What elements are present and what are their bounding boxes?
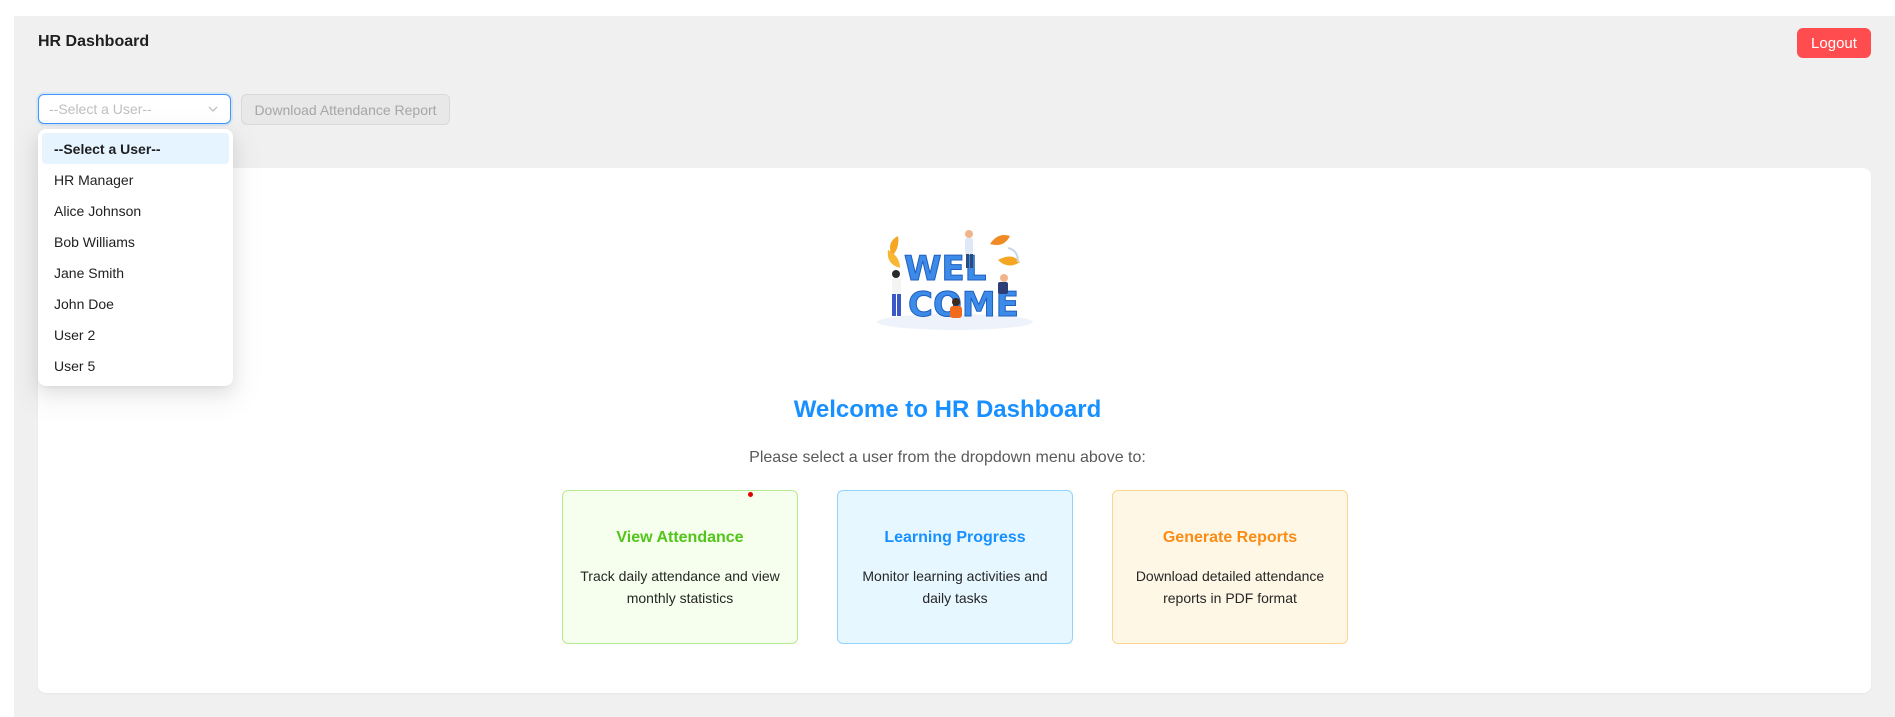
logout-button[interactable]: Logout	[1797, 28, 1871, 58]
dropdown-option-john-doe[interactable]: John Doe	[42, 288, 229, 319]
feature-description: Download detailed attendance reports in …	[1135, 568, 1325, 606]
dropdown-option-placeholder[interactable]: --Select a User--	[42, 133, 229, 164]
welcome-heading: Welcome to HR Dashboard	[793, 396, 1102, 423]
dropdown-option-user-2[interactable]: User 2	[42, 319, 229, 350]
dropdown-option-user-5[interactable]: User 5	[42, 350, 229, 381]
dropdown-option-alice-johnson[interactable]: Alice Johnson	[42, 195, 229, 226]
feature-description: Track daily attendance and view monthly …	[580, 568, 780, 606]
cursor-marker	[748, 492, 753, 497]
user-select-placeholder: --Select a User--	[49, 101, 152, 117]
download-attendance-report-button[interactable]: Download Attendance Report	[241, 94, 450, 125]
welcome-subtitle: Please select a user from the dropdown m…	[749, 449, 1146, 466]
feature-title: View Attendance	[616, 529, 744, 546]
feature-card-learning-progress: Learning Progress Monitor learning activ…	[837, 490, 1073, 644]
welcome-image-text-top: WEL	[904, 249, 986, 289]
chevron-down-icon	[206, 102, 220, 116]
feature-description: Monitor learning activities and daily ta…	[862, 568, 1048, 606]
user-dropdown-menu: --Select a User-- HR Manager Alice Johns…	[38, 129, 233, 386]
welcome-illustration: WEL COME	[877, 230, 1033, 330]
feature-title: Generate Reports	[1162, 529, 1298, 546]
dropdown-option-hr-manager[interactable]: HR Manager	[42, 164, 229, 195]
feature-card-view-attendance: View Attendance Track daily attendance a…	[562, 490, 798, 644]
app-title: HR Dashboard	[38, 33, 150, 50]
dropdown-option-bob-williams[interactable]: Bob Williams	[42, 226, 229, 257]
feature-title: Learning Progress	[884, 529, 1026, 546]
user-select[interactable]: --Select a User--	[38, 94, 231, 124]
dropdown-option-jane-smith[interactable]: Jane Smith	[42, 257, 229, 288]
feature-card-generate-reports: Generate Reports Download detailed atten…	[1112, 490, 1348, 644]
